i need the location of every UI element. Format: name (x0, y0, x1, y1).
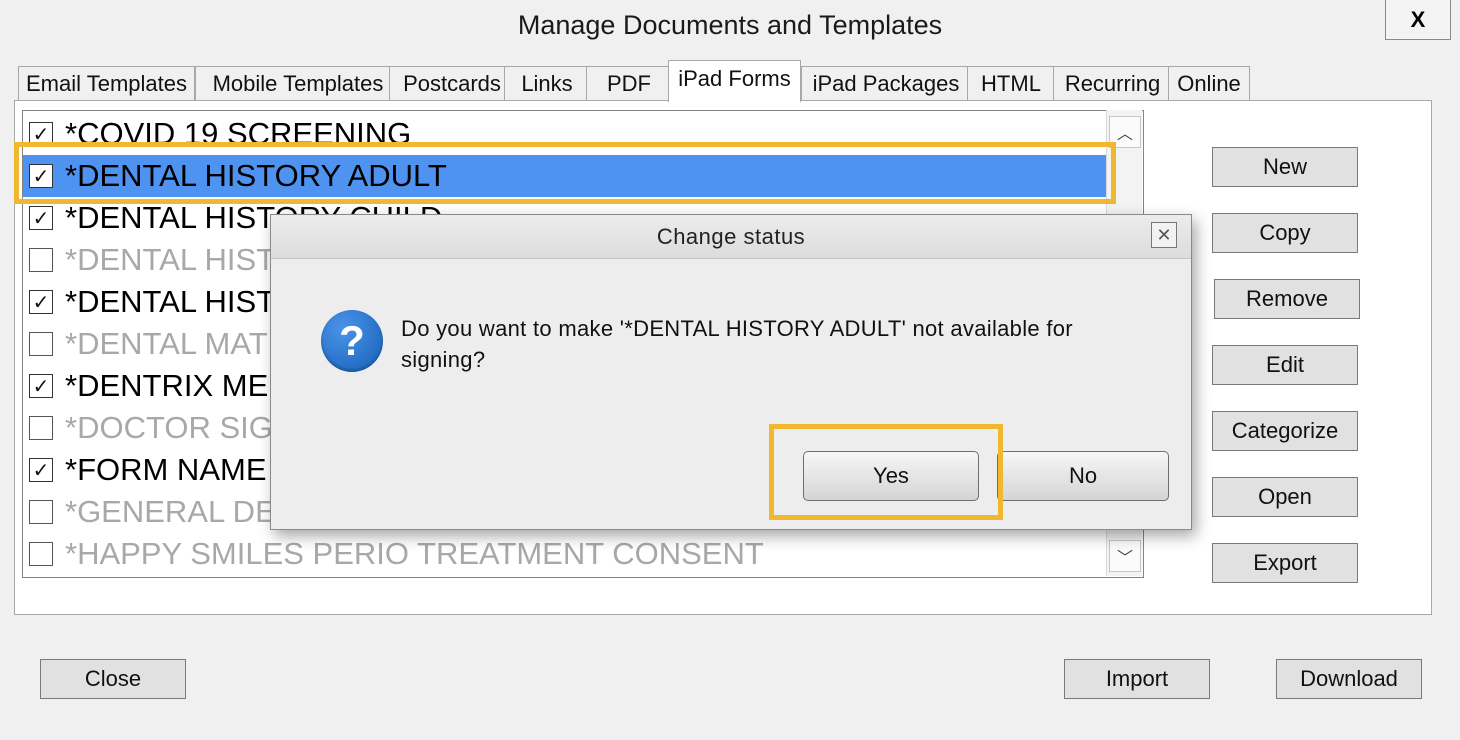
tab-recurring[interactable]: Recurring (1053, 66, 1172, 101)
new-button[interactable]: New (1212, 147, 1358, 187)
open-button[interactable]: Open (1212, 477, 1358, 517)
tab-ipad-forms[interactable]: iPad Forms (668, 60, 801, 102)
list-item-selected[interactable]: ✓ *DENTAL HISTORY ADULT (23, 155, 1109, 197)
download-button[interactable]: Download (1276, 659, 1422, 699)
checkbox[interactable]: ✓ (29, 122, 53, 146)
scroll-up-icon[interactable]: ︿ (1109, 116, 1141, 148)
close-button[interactable]: Close (40, 659, 186, 699)
tab-html[interactable]: HTML (967, 66, 1055, 101)
list-item-label: *DENTAL HIST (65, 242, 276, 277)
list-item-label: *HAPPY SMILES PERIO TREATMENT CONSENT (65, 536, 764, 571)
checkbox[interactable]: ✓ (29, 206, 53, 230)
checkbox[interactable]: ✓ (29, 374, 53, 398)
list-item-label: *FORM NAME (65, 452, 267, 487)
checkbox[interactable] (29, 500, 53, 524)
tab-mobile-templates[interactable]: Mobile Templates (195, 66, 401, 101)
tab-links[interactable]: Links (504, 66, 590, 101)
tab-email-templates[interactable]: Email Templates (18, 66, 195, 101)
export-button[interactable]: Export (1212, 543, 1358, 583)
checkbox[interactable]: ✓ (29, 164, 53, 188)
yes-button[interactable]: Yes (803, 451, 979, 501)
remove-button[interactable]: Remove (1214, 279, 1360, 319)
list-item-label: *DENTAL HISTORY ADULT (65, 158, 447, 193)
window-close-button[interactable]: X (1385, 0, 1451, 40)
import-button[interactable]: Import (1064, 659, 1210, 699)
list-item-label: *DOCTOR SIG (65, 410, 273, 445)
tab-online[interactable]: Online (1168, 66, 1250, 101)
dialog-close-icon[interactable]: ✕ (1151, 222, 1177, 248)
dialog-title: Change status (271, 215, 1191, 259)
list-item-label: *DENTAL MAT (65, 326, 268, 361)
change-status-dialog: Change status ✕ ? Do you want to make '*… (270, 214, 1192, 530)
window-title: Manage Documents and Templates (517, 10, 943, 40)
list-item-label: *DENTRIX ME (65, 368, 269, 403)
no-button[interactable]: No (997, 451, 1169, 501)
checkbox[interactable] (29, 416, 53, 440)
tab-postcards[interactable]: Postcards (389, 66, 515, 101)
checkbox[interactable]: ✓ (29, 290, 53, 314)
list-item-label: *DENTAL HIST (65, 284, 276, 319)
dialog-message-line-2: signing? (401, 347, 486, 372)
tab-ipad-packages[interactable]: iPad Packages (801, 66, 971, 101)
checkbox[interactable] (29, 332, 53, 356)
list-item[interactable]: ✓ *COVID 19 SCREENING (23, 113, 1109, 155)
dialog-message: Do you want to make '*DENTAL HISTORY ADU… (401, 313, 1141, 375)
checkbox[interactable] (29, 542, 53, 566)
list-item-label: *COVID 19 SCREENING (65, 116, 412, 151)
scroll-down-icon[interactable]: ﹀ (1109, 540, 1141, 572)
categorize-button[interactable]: Categorize (1212, 411, 1358, 451)
dialog-message-line-1: Do you want to make '*DENTAL HISTORY ADU… (401, 316, 1073, 341)
copy-button[interactable]: Copy (1212, 213, 1358, 253)
checkbox[interactable] (29, 248, 53, 272)
tab-pdf[interactable]: PDF (586, 66, 672, 101)
checkbox[interactable]: ✓ (29, 458, 53, 482)
question-icon: ? (321, 310, 383, 372)
list-item-label: *GENERAL DE (65, 494, 276, 529)
list-item[interactable]: *HAPPY SMILES PERIO TREATMENT CONSENT (23, 533, 1109, 575)
edit-button[interactable]: Edit (1212, 345, 1358, 385)
